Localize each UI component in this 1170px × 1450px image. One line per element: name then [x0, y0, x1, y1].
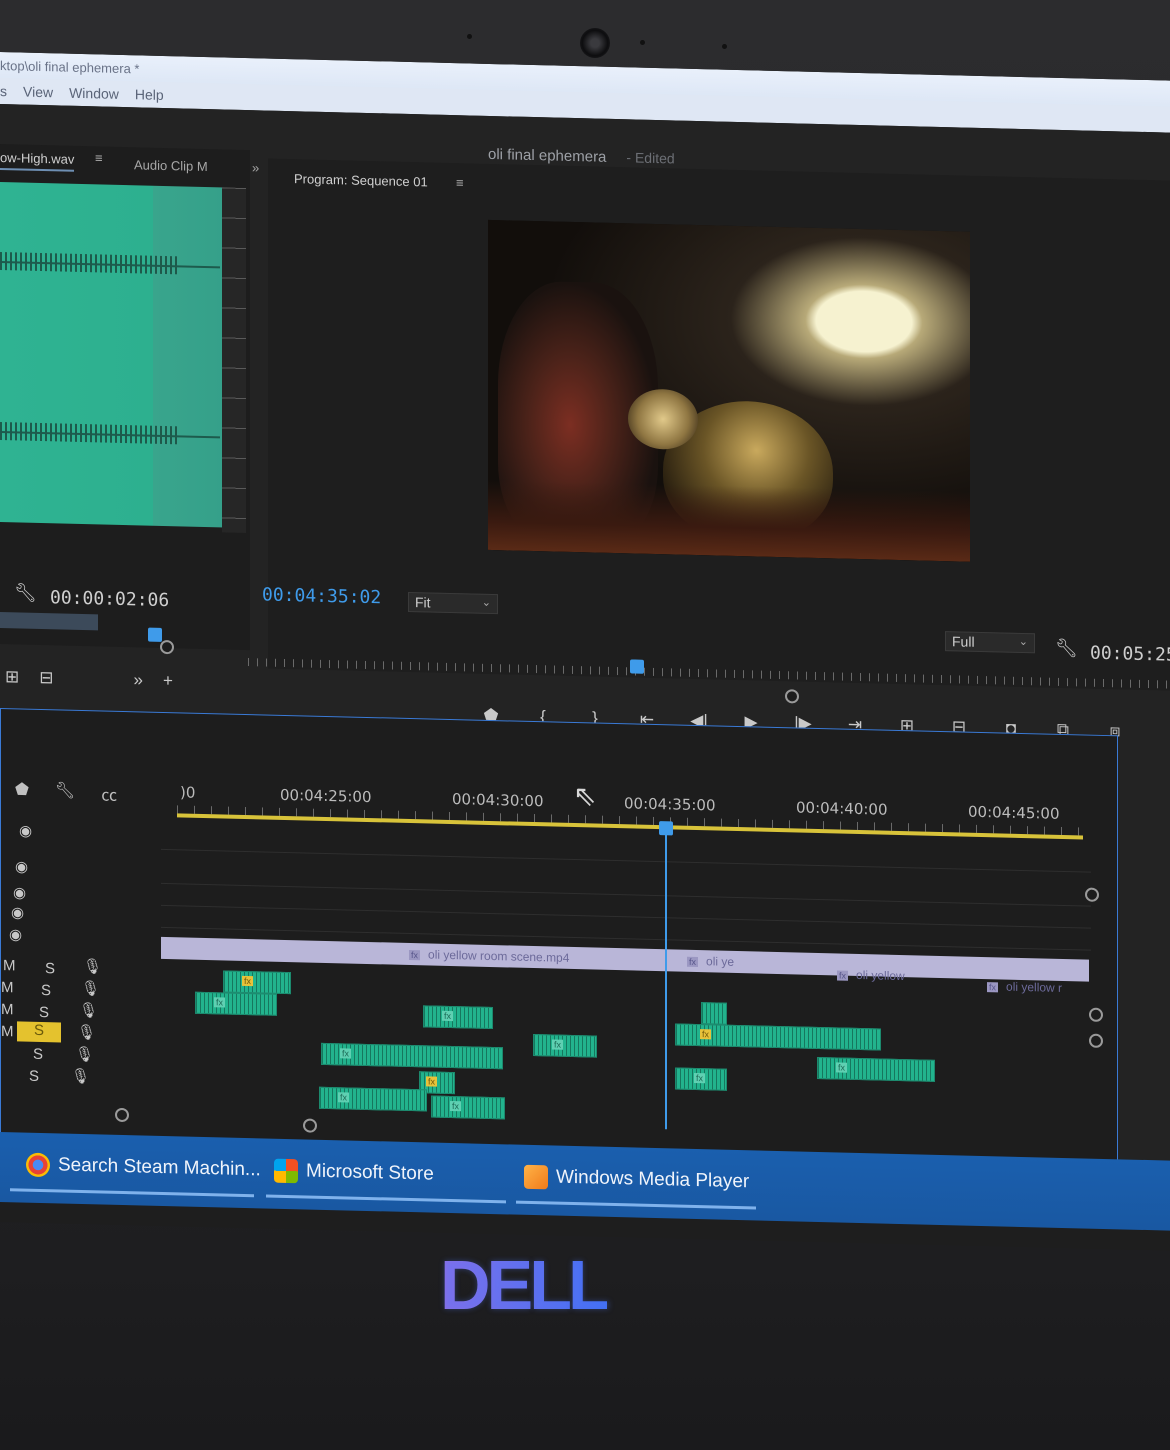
- eye-icon[interactable]: ◉: [19, 821, 179, 845]
- timeline-scroll-start[interactable]: [115, 1107, 129, 1123]
- video-clip[interactable]: fx oli yellow r: [987, 979, 1062, 995]
- timeline-panel: ⬟ 🔧︎ ㏄ )0 00:04:25:00 00:04:30:00 00:04:…: [0, 708, 1118, 1175]
- timeline-playhead[interactable]: [665, 829, 667, 1130]
- chrome-icon: [26, 1152, 50, 1178]
- wrench-icon[interactable]: 🔧︎: [14, 582, 37, 604]
- time-label: 00:04:45:00: [968, 802, 1060, 823]
- menu-item-window[interactable]: Window: [69, 85, 119, 107]
- mouse-cursor-icon: ⇖: [573, 780, 597, 812]
- add-marker-icon[interactable]: ⬟: [15, 779, 29, 803]
- audio-meter-ruler: [222, 187, 246, 534]
- track-divider: [161, 904, 1091, 929]
- dell-logo: DELL: [440, 1246, 611, 1324]
- video-track-v1[interactable]: fx oli yellow room scene.mp4 fx oli ye fx o…: [161, 936, 1089, 995]
- eye-icon[interactable]: ◉: [11, 903, 171, 927]
- sensor-dot: [722, 44, 727, 49]
- video-clip[interactable]: fx oli ye: [687, 954, 734, 969]
- audio-waveform[interactable]: [0, 182, 225, 528]
- microphone-icon[interactable]: 🎙︎: [77, 1023, 237, 1047]
- time-label: 00:04:40:00: [796, 798, 888, 819]
- audio-clip[interactable]: fx: [675, 1067, 727, 1091]
- eye-icon[interactable]: ◉: [9, 925, 169, 949]
- source-panel: ow-High.wav ≡ Audio Clip M » 🔧︎ 00:00:02…: [0, 144, 259, 655]
- quality-select[interactable]: Full ⌄: [945, 631, 1035, 654]
- program-duration: 00:05:25: [1090, 642, 1170, 666]
- video-clip[interactable]: fx oli yellow room scene.mp4: [409, 947, 569, 965]
- taskbar-active-indicator: [516, 1200, 756, 1210]
- time-label: 00:04:30:00: [452, 790, 544, 811]
- video-surface: [488, 479, 970, 562]
- time-label: 00:04:25:00: [280, 785, 372, 807]
- fit-select[interactable]: Fit ⌄: [408, 591, 498, 615]
- sensor-dot: [640, 40, 645, 45]
- audio-clip[interactable]: [701, 1002, 727, 1025]
- panel-menu-icon[interactable]: ≡: [95, 150, 103, 165]
- microphone-icon[interactable]: 🎙︎: [75, 1045, 235, 1069]
- source-controls: ⊞ ⊟ » +: [5, 667, 173, 691]
- microphone-icon[interactable]: 🎙︎: [83, 957, 243, 981]
- timeline-tools: ⬟ 🔧︎ ㏄: [15, 779, 117, 805]
- audio-clip[interactable]: fx: [675, 1023, 881, 1051]
- microphone-icon[interactable]: 🎙︎: [71, 1067, 231, 1091]
- eye-icon[interactable]: ◉: [15, 857, 175, 881]
- program-playhead[interactable]: [630, 659, 644, 674]
- video-zoom-handle[interactable]: [1085, 887, 1099, 902]
- source-playhead[interactable]: [148, 627, 162, 642]
- taskbar-item-windows-media-player[interactable]: Windows Media Player: [524, 1164, 749, 1195]
- tab-source-file[interactable]: ow-High.wav: [0, 150, 75, 172]
- menu-item-help[interactable]: Help: [135, 86, 164, 108]
- store-icon: [274, 1158, 298, 1184]
- audio-clip[interactable]: fx: [195, 991, 277, 1016]
- timeline-scroll-end[interactable]: [303, 1118, 317, 1133]
- source-scrollbar[interactable]: [0, 612, 98, 631]
- audio-clip[interactable]: fx: [319, 1086, 427, 1112]
- captions-icon[interactable]: ㏄: [101, 781, 117, 805]
- program-title[interactable]: Program: Sequence 01: [294, 171, 428, 192]
- audio-zoom-handle[interactable]: [1089, 1007, 1103, 1022]
- audio-zoom-handle[interactable]: [1089, 1033, 1103, 1048]
- program-zoom-handle[interactable]: [785, 689, 799, 704]
- time-label: 00:04:35:00: [624, 794, 716, 815]
- audio-clip[interactable]: fx: [817, 1056, 935, 1082]
- audio-clip[interactable]: fx: [423, 1005, 493, 1030]
- video-shell: [628, 388, 698, 451]
- program-monitor: Program: Sequence 01 ≡: [268, 158, 1170, 691]
- tab-audio-clip-mixer[interactable]: Audio Clip M: [134, 157, 208, 174]
- program-timecode[interactable]: 00:04:35:02: [262, 584, 381, 608]
- wrench-icon[interactable]: 🔧︎: [55, 780, 75, 804]
- taskbar-item-steam-search[interactable]: Search Steam Machin...: [26, 1152, 261, 1183]
- insert-icon[interactable]: ⊞: [5, 667, 19, 687]
- audio-clip[interactable]: fx: [431, 1095, 505, 1120]
- chevron-down-icon: ⌄: [481, 596, 491, 609]
- more-controls-icon[interactable]: »: [134, 670, 143, 690]
- panel-overflow-icon[interactable]: »: [252, 160, 259, 175]
- audio-clip[interactable]: fx: [223, 970, 291, 995]
- source-zoom-handle[interactable]: [160, 639, 174, 655]
- solo-button-active[interactable]: S: [17, 1021, 61, 1043]
- add-button-icon[interactable]: +: [163, 671, 173, 691]
- source-timecode[interactable]: 00:00:02:06: [50, 587, 169, 611]
- track-divider: [161, 882, 1091, 907]
- overwrite-icon[interactable]: ⊟: [39, 668, 53, 688]
- window-path-title: ktop\oli final ephemera *: [0, 58, 140, 77]
- screen: ktop\oli final ephemera * s View Window …: [0, 52, 1170, 1251]
- video-clip[interactable]: fx oli yellow: [837, 967, 905, 983]
- taskbar-active-indicator: [10, 1188, 254, 1198]
- taskbar-active-indicator: [266, 1194, 506, 1204]
- menu-item-s[interactable]: s: [0, 83, 7, 104]
- taskbar-item-microsoft-store[interactable]: Microsoft Store: [274, 1158, 434, 1187]
- program-video-frame[interactable]: [488, 219, 970, 562]
- sensor-dot: [467, 34, 472, 39]
- webcam: [580, 28, 610, 58]
- audio-clip[interactable]: fx: [321, 1042, 503, 1070]
- audio-clip[interactable]: fx: [533, 1034, 597, 1058]
- track-divider: [161, 848, 1091, 873]
- time-label: )0: [180, 783, 196, 802]
- wrench-icon[interactable]: 🔧︎: [1055, 638, 1078, 660]
- menu-item-view[interactable]: View: [23, 84, 53, 106]
- media-player-icon: [524, 1164, 548, 1190]
- project-status: - Edited: [626, 149, 675, 167]
- program-menu-icon[interactable]: ≡: [456, 175, 464, 190]
- chevron-down-icon: ⌄: [1018, 635, 1028, 649]
